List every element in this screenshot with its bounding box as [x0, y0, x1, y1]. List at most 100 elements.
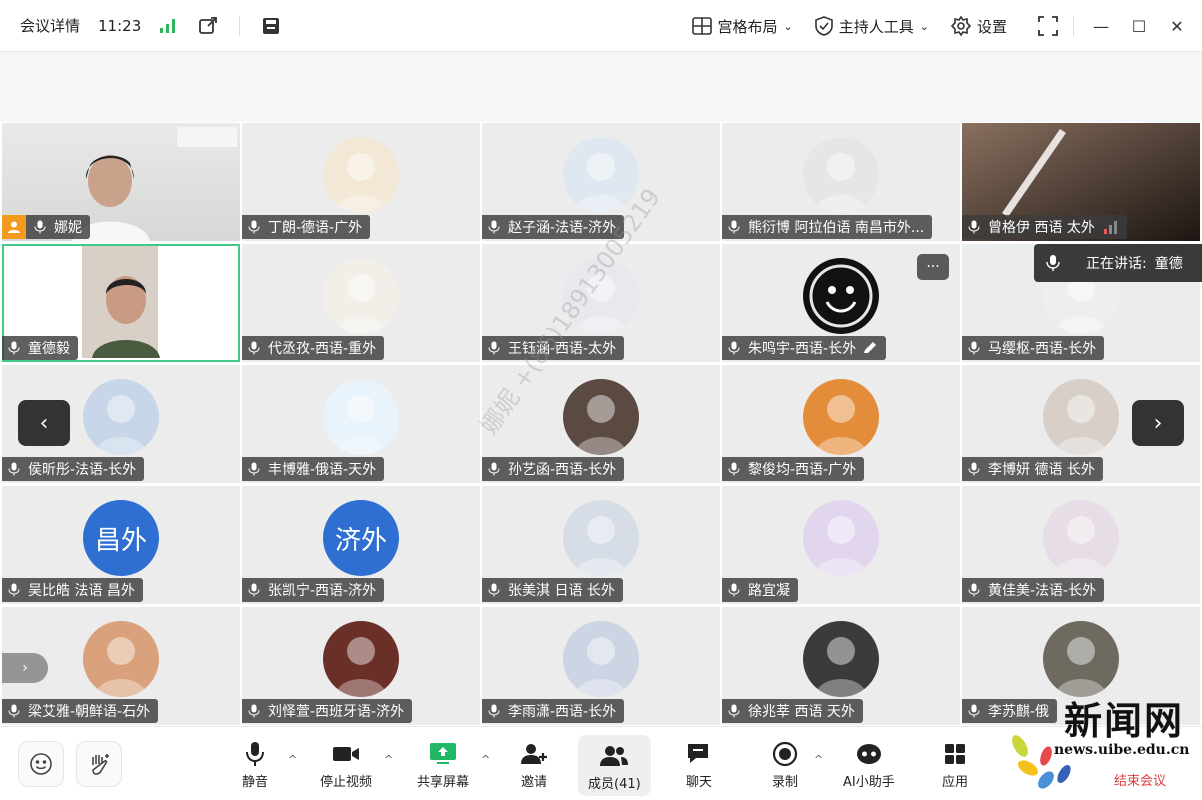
participant-name: 刘怿萱-西班牙语-济外	[268, 704, 405, 720]
end-meeting-button[interactable]: 结束会议	[1114, 770, 1166, 789]
participant-tile[interactable]: 熊衍博 阿拉伯语 南昌市外...	[722, 123, 960, 241]
participant-tile[interactable]: 赵子涵-法语-济外	[482, 123, 720, 241]
participant-tile[interactable]: 孙艺函-西语-长外	[482, 365, 720, 483]
participant-tile[interactable]: 刘怿萱-西班牙语-济外	[242, 607, 480, 725]
participant-name: 王钰涵-西语-太外	[508, 341, 617, 357]
chat-label: 聊天	[685, 775, 712, 790]
settings-button[interactable]: 设置	[950, 16, 1007, 37]
participant-tile[interactable]: 童德毅	[2, 244, 240, 362]
participant-tile[interactable]: 黄佳美-法语-长外	[962, 486, 1200, 604]
reactions-button[interactable]	[18, 741, 64, 787]
participant-name: 熊衍博 阿拉伯语 南昌市外...	[748, 220, 925, 236]
mute-options-caret[interactable]: ^	[288, 753, 297, 766]
stop-video-button[interactable]: 停止视频	[320, 739, 372, 790]
mute-label: 静音	[241, 775, 268, 790]
mic-icon	[8, 341, 20, 355]
participant-avatar	[323, 137, 399, 213]
participant-name-bar: 马缨枢-西语-长外	[962, 336, 1105, 360]
participant-name: 丁朗-德语-广外	[268, 220, 363, 236]
chat-button[interactable]: 聊天	[684, 739, 714, 790]
share-options-caret[interactable]: ^	[481, 753, 490, 766]
participant-tile[interactable]: 张美淇 日语 长外	[482, 486, 720, 604]
participant-tile[interactable]: 路宜凝	[722, 486, 960, 604]
participant-avatar: 济外	[323, 500, 399, 576]
mic-icon	[968, 462, 980, 476]
participant-name-bar: 孙艺函-西语-长外	[482, 457, 625, 481]
previous-page-button[interactable]: ‹	[18, 400, 70, 446]
layout-button[interactable]: 宫格布局 ⌄	[691, 16, 793, 37]
expand-panel-button[interactable]: ›	[2, 653, 48, 683]
participant-tile[interactable]: 娜妮	[2, 123, 240, 241]
invite-button[interactable]: 邀请	[519, 739, 549, 790]
raise-hand-button[interactable]	[76, 741, 122, 787]
mic-icon	[34, 220, 46, 234]
share-screen-button[interactable]: 共享屏幕	[417, 739, 469, 790]
participant-tile[interactable]: 李雨潇-西语-长外	[482, 607, 720, 725]
mic-icon	[728, 462, 740, 476]
apps-button[interactable]: 应用	[940, 739, 970, 790]
participant-tile[interactable]: 丁朗-德语-广外	[242, 123, 480, 241]
participant-tile[interactable]: 济外张凯宁-西语-济外	[242, 486, 480, 604]
avatar-text: 济外	[334, 525, 387, 556]
blank-area	[0, 52, 1202, 122]
participant-name-bar: 黄佳美-法语-长外	[962, 578, 1105, 602]
participant-name: 童德毅	[28, 341, 70, 357]
participant-tile[interactable]: 徐兆莘 西语 天外	[722, 607, 960, 725]
video-grid: 娜妮 丁朗-德语-广外 赵子涵-法语-济外 熊衍博 阿拉伯语 南昌市外... 曾格伊 西…	[0, 122, 1202, 726]
avatar-image	[575, 637, 627, 697]
close-icon[interactable]: ✕	[1158, 17, 1196, 36]
next-page-button[interactable]: ›	[1132, 400, 1184, 446]
invite-label: 邀请	[520, 775, 547, 790]
share-link-icon[interactable]	[195, 13, 221, 39]
participant-name-bar: 李雨潇-西语-长外	[482, 699, 625, 723]
mic-icon	[728, 220, 740, 234]
participant-tile[interactable]: 丰博雅-俄语-天外	[242, 365, 480, 483]
meeting-details-link[interactable]: 会议详情	[20, 15, 80, 36]
participant-name-bar: 张凯宁-西语-济外	[242, 578, 385, 602]
members-button[interactable]: 成员(41)	[578, 735, 651, 796]
mic-icon	[8, 704, 20, 718]
mic-icon	[248, 583, 260, 597]
smiley-avatar-icon	[809, 264, 873, 328]
signal-icon[interactable]	[155, 13, 181, 39]
minimize-icon[interactable]: —	[1082, 17, 1120, 36]
participant-tile[interactable]: 代丞孜-西语-重外	[242, 244, 480, 362]
participant-name-bar: 曾格伊 西语 太外	[962, 215, 1127, 239]
record-button[interactable]: 录制	[770, 739, 800, 790]
camera-icon	[333, 747, 359, 761]
participant-tile[interactable]: 昌外 吴比皓 法语 昌外	[2, 486, 240, 604]
participant-avatar	[563, 621, 639, 697]
avatar-image	[335, 637, 387, 697]
participant-tile[interactable]: 曾格伊 西语 太外	[962, 123, 1200, 241]
participant-name-bar: 吴比皓 法语 昌外	[2, 578, 143, 602]
participant-name-bar: 童德毅	[2, 336, 78, 360]
participant-name: 吴比皓 法语 昌外	[28, 583, 135, 599]
participant-name-bar: 梁艾雅-朝鲜语-石外	[2, 699, 159, 723]
mute-button[interactable]: 静音	[240, 739, 270, 790]
mic-icon	[8, 462, 20, 476]
maximize-icon[interactable]: ☐	[1120, 17, 1158, 36]
ai-assistant-button[interactable]: AI小助手	[843, 739, 895, 790]
avatar-image	[815, 395, 867, 455]
participant-name: 李雨潇-西语-长外	[508, 704, 617, 720]
grid-layout-icon	[691, 17, 712, 35]
participant-name: 娜妮	[54, 220, 82, 236]
mic-icon	[968, 341, 980, 355]
record-options-caret[interactable]: ^	[814, 753, 823, 766]
participant-name: 张凯宁-西语-济外	[268, 583, 377, 599]
host-tools-button[interactable]: 主持人工具 ⌄	[814, 16, 929, 37]
microphone-icon	[246, 742, 264, 766]
participant-avatar	[83, 621, 159, 697]
avatar-image	[335, 153, 387, 213]
participant-tile[interactable]: 黎俊均-西语-广外	[722, 365, 960, 483]
participant-name: 梁艾雅-朝鲜语-石外	[28, 704, 151, 720]
participant-tile[interactable]: 王钰涵-西语-太外	[482, 244, 720, 362]
notes-icon[interactable]	[258, 13, 284, 39]
layout-label: 宫格布局	[717, 17, 778, 36]
mic-icon	[248, 704, 260, 718]
more-options-button[interactable]: ···	[917, 254, 949, 280]
members-icon	[600, 746, 629, 766]
participant-name: 孙艺函-西语-长外	[508, 462, 617, 478]
video-options-caret[interactable]: ^	[384, 753, 393, 766]
fullscreen-icon[interactable]	[1029, 16, 1067, 36]
